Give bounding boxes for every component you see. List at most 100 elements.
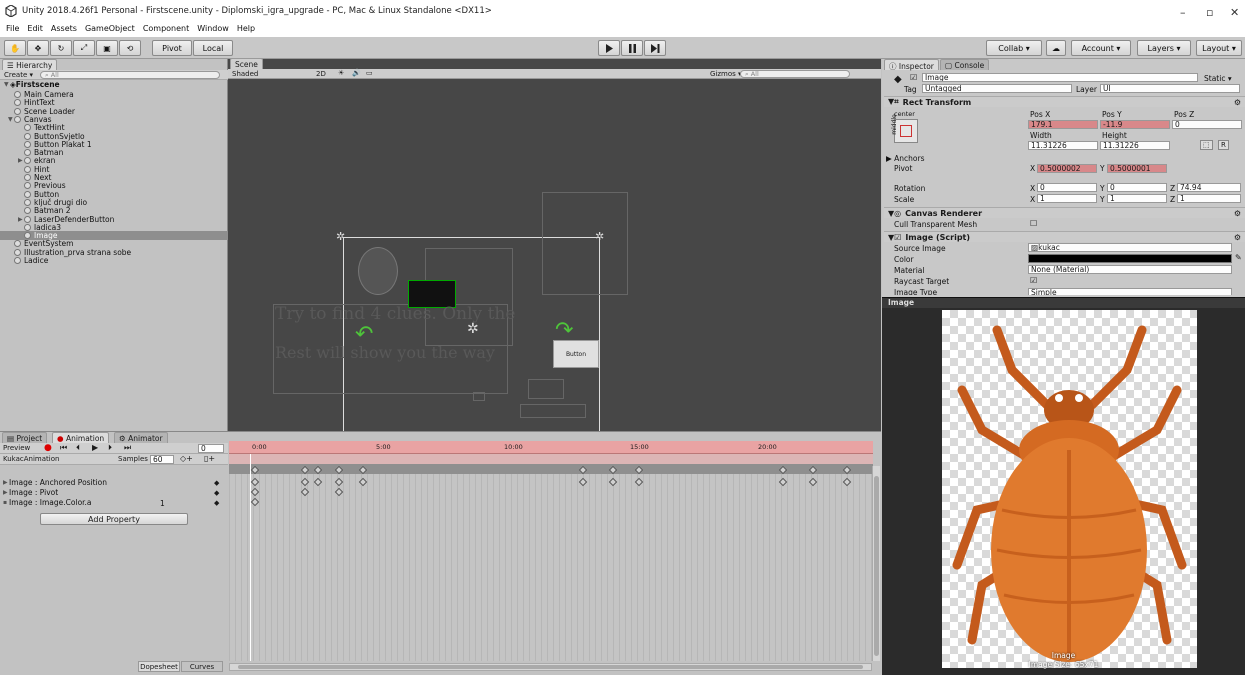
raw-edit-icon[interactable]: R: [1218, 140, 1229, 150]
layout-dropdown[interactable]: Layout ▾: [1196, 40, 1242, 56]
preview-header[interactable]: Image: [882, 298, 1245, 308]
add-event-icon[interactable]: ▯+: [204, 454, 215, 463]
dopesheet-grid[interactable]: [229, 474, 873, 661]
posz-field[interactable]: 0: [1172, 120, 1242, 129]
hierarchy-search-input[interactable]: ⌕ All: [40, 71, 220, 79]
scroll-thumb[interactable]: [238, 665, 863, 669]
scene-search-input[interactable]: ⌕ All: [740, 70, 850, 78]
horizontal-scrollbar[interactable]: [229, 663, 872, 671]
samples-field[interactable]: 60: [150, 455, 174, 464]
pivot-y-field[interactable]: 0.5000001: [1107, 164, 1167, 173]
effects-icon[interactable]: ▭: [366, 69, 373, 77]
add-keyframe-icon[interactable]: ◇+: [180, 454, 193, 463]
property-row[interactable]: ▪ Image : Image.Color.a: [3, 498, 92, 507]
record-button[interactable]: ●: [44, 443, 52, 453]
audio-icon[interactable]: 🔊: [352, 69, 361, 77]
collab-button[interactable]: Collab ▾: [986, 40, 1042, 56]
menu-help[interactable]: Help: [237, 24, 255, 33]
scale-x-field[interactable]: 1: [1037, 194, 1097, 203]
minimize-button[interactable]: –: [1180, 6, 1186, 19]
menu-gameobject[interactable]: GameObject: [85, 24, 135, 33]
tag-dropdown[interactable]: Untagged: [922, 84, 1072, 93]
height-field[interactable]: 11.31226: [1100, 141, 1170, 150]
tab-animation[interactable]: ● Animation: [52, 432, 110, 443]
shading-dropdown[interactable]: Shaded: [232, 70, 258, 78]
scale-z-field[interactable]: 1: [1177, 194, 1241, 203]
step-button[interactable]: [644, 40, 666, 56]
last-frame-icon[interactable]: ⏭: [124, 443, 131, 453]
hand-tool-icon[interactable]: ✋: [4, 40, 26, 56]
rotation-y-field[interactable]: 0: [1107, 183, 1167, 192]
transform-tool-icon[interactable]: ⟲: [119, 40, 141, 56]
maximize-button[interactable]: ▫: [1206, 6, 1213, 19]
blueprint-mode-icon[interactable]: ⬚: [1200, 140, 1213, 150]
menu-window[interactable]: Window: [197, 24, 229, 33]
event-strip[interactable]: [229, 454, 873, 464]
play-button[interactable]: [598, 40, 620, 56]
next-frame-icon[interactable]: ⏵: [108, 443, 112, 453]
scale-tool-icon[interactable]: ⤢: [73, 40, 95, 56]
tab-scene[interactable]: Scene: [230, 58, 263, 69]
lighting-icon[interactable]: ☀: [338, 69, 344, 77]
rotation-z-field[interactable]: 74.94: [1177, 183, 1241, 192]
pivot-toggle[interactable]: Pivot: [152, 40, 192, 56]
account-dropdown[interactable]: Account ▾: [1071, 40, 1131, 56]
preview-toggle[interactable]: Preview: [3, 444, 30, 452]
posy-field[interactable]: -11.9: [1100, 120, 1170, 129]
gizmos-dropdown[interactable]: Gizmos ▾: [710, 70, 742, 78]
scale-y-field[interactable]: 1: [1107, 194, 1167, 203]
pivot-x-field[interactable]: 0.5000002: [1037, 164, 1097, 173]
tab-animator[interactable]: ⚙ Animator: [114, 432, 168, 443]
scroll-thumb[interactable]: [874, 476, 879, 656]
property-row[interactable]: ▶ Image : Pivot: [3, 488, 58, 497]
static-toggle[interactable]: Static ▾: [1204, 74, 1232, 83]
clip-dropdown[interactable]: KukacAnimation: [3, 455, 59, 463]
cull-checkbox[interactable]: ☐: [1030, 219, 1037, 228]
layer-dropdown[interactable]: UI: [1100, 84, 1240, 93]
cloud-icon[interactable]: ☁: [1046, 40, 1066, 56]
menu-assets[interactable]: Assets: [51, 24, 77, 33]
pause-button[interactable]: [621, 40, 643, 56]
dopesheet-tab[interactable]: Dopesheet: [138, 661, 180, 672]
active-checkbox[interactable]: ☑: [910, 73, 917, 82]
create-dropdown[interactable]: Create ▾: [4, 71, 33, 79]
hierarchy-item[interactable]: Ladice: [0, 256, 228, 265]
component-settings-icon[interactable]: ⚙: [1234, 209, 1241, 218]
raycast-checkbox[interactable]: ☑: [1030, 276, 1037, 285]
source-image-field[interactable]: ▨ kukac: [1028, 243, 1232, 252]
menu-file[interactable]: File: [6, 24, 19, 33]
scene-root[interactable]: ▼ ◈ Firstscene: [4, 80, 60, 89]
menu-edit[interactable]: Edit: [27, 24, 43, 33]
tab-console[interactable]: ▢ Console: [940, 59, 990, 70]
add-property-button[interactable]: Add Property: [40, 513, 188, 525]
width-field[interactable]: 11.31226: [1028, 141, 1098, 150]
local-toggle[interactable]: Local: [193, 40, 233, 56]
material-field[interactable]: None (Material): [1028, 265, 1232, 274]
image-script-header[interactable]: ▼☑ Image (Script) ⚙: [884, 231, 1245, 242]
tab-inspector[interactable]: ⓘ Inspector: [884, 59, 939, 71]
object-name-field[interactable]: Image: [922, 73, 1198, 82]
rotation-x-field[interactable]: 0: [1037, 183, 1097, 192]
layers-dropdown[interactable]: Layers ▾: [1137, 40, 1191, 56]
keyframe-diamond-icon[interactable]: ◆: [214, 489, 219, 497]
posx-field[interactable]: 179.1: [1028, 120, 1098, 129]
tab-project[interactable]: ▤ Project: [2, 432, 48, 443]
eyedropper-icon[interactable]: ✎: [1235, 253, 1242, 262]
first-frame-icon[interactable]: ⏮: [60, 443, 67, 453]
rotate-tool-icon[interactable]: ↻: [50, 40, 72, 56]
move-tool-icon[interactable]: ✥: [27, 40, 49, 56]
curves-tab[interactable]: Curves: [181, 661, 223, 672]
tab-hierarchy[interactable]: ☰ Hierarchy: [2, 59, 58, 70]
property-row[interactable]: ▶ Image : Anchored Position: [3, 478, 107, 487]
rect-transform-header[interactable]: ▼⌗ Rect Transform ⚙: [884, 96, 1245, 107]
color-swatch[interactable]: [1028, 254, 1232, 263]
image-type-dropdown[interactable]: Simple: [1028, 288, 1232, 295]
close-button[interactable]: ✕: [1230, 6, 1239, 19]
toggle-2d-button[interactable]: 2D: [316, 70, 326, 78]
menu-component[interactable]: Component: [143, 24, 189, 33]
component-settings-icon[interactable]: ⚙: [1234, 233, 1241, 242]
keyframe-diamond-icon[interactable]: ◆: [214, 499, 219, 507]
keyframe-diamond-icon[interactable]: ◆: [214, 479, 219, 487]
rect-tool-icon[interactable]: ▣: [96, 40, 118, 56]
anchors-foldout[interactable]: ▶ Anchors: [886, 154, 925, 163]
